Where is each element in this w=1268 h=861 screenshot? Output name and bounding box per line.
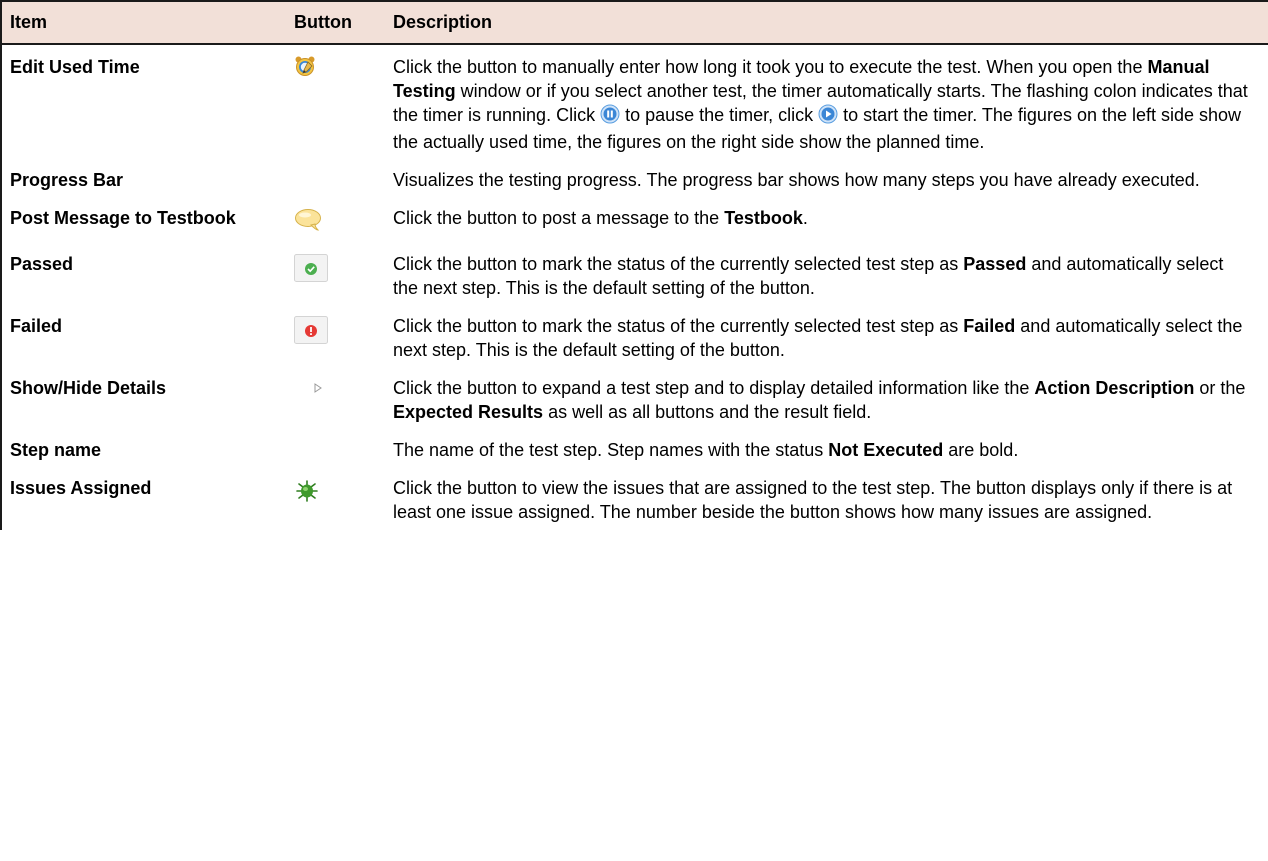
item-description: Click the button to mark the status of t… [381, 244, 1268, 306]
desc-bold: Testbook [724, 208, 803, 228]
desc-text: Visualizes the testing progress. The pro… [393, 170, 1200, 190]
ui-elements-table: Item Button Description Edit Used Time C… [0, 0, 1268, 530]
item-name: Progress Bar [10, 170, 124, 190]
table-row-step-name: Step name The name of the test step. Ste… [1, 430, 1268, 468]
item-name: Passed [10, 254, 74, 274]
desc-bold: Passed [963, 254, 1027, 274]
button-cell [286, 368, 381, 430]
desc-text: Click the button to mark the status of t… [393, 316, 964, 336]
failed-exclamation-icon[interactable] [294, 316, 328, 350]
desc-bold: Failed [963, 316, 1016, 336]
table-row-edit-used-time: Edit Used Time Click the button to manua [1, 44, 1268, 160]
bug-icon[interactable] [294, 478, 320, 510]
table-row-show-hide-details: Show/Hide Details Click the button to ex… [1, 368, 1268, 430]
desc-text: The name of the test step. Step names wi… [393, 440, 829, 460]
desc-text: Click the button to mark the status of t… [393, 254, 964, 274]
passed-check-icon[interactable] [294, 254, 328, 288]
desc-text: . [802, 208, 808, 228]
header-button: Button [286, 0, 381, 45]
expand-triangle-icon[interactable] [294, 378, 324, 404]
item-name: Edit Used Time [10, 57, 140, 77]
item-name: Step name [10, 440, 102, 460]
button-cell [286, 44, 381, 160]
button-cell [286, 306, 381, 368]
desc-bold: Not Executed [828, 440, 944, 460]
item-description: The name of the test step. Step names wi… [381, 430, 1268, 468]
desc-text: are bold. [943, 440, 1019, 460]
table-row-progress-bar: Progress Bar Visualizes the testing prog… [1, 160, 1268, 198]
desc-text: Click the button to expand a test step a… [393, 378, 1035, 398]
play-icon[interactable] [818, 104, 838, 130]
item-name: Post Message to Testbook [10, 208, 236, 228]
desc-text: as well as all buttons and the result fi… [543, 402, 872, 422]
desc-text: Click the button to post a message to th… [393, 208, 725, 228]
desc-text: to pause the timer, click [620, 105, 819, 125]
item-description: Click the button to manually enter how l… [381, 44, 1268, 160]
table-row-post-message: Post Message to Testbook Click the butto… [1, 198, 1268, 244]
table-row-issues-assigned: Issues Assigned Click the button to view… [1, 468, 1268, 530]
item-description: Visualizes the testing progress. The pro… [381, 160, 1268, 198]
item-description: Click the button to mark the status of t… [381, 306, 1268, 368]
table-row-passed: Passed Click the button to mark the stat… [1, 244, 1268, 306]
button-cell [286, 244, 381, 306]
header-item: Item [1, 0, 286, 45]
alarm-clock-edit-icon[interactable] [294, 55, 316, 83]
table-row-failed: Failed Click the button to mark the stat… [1, 306, 1268, 368]
button-cell [286, 198, 381, 244]
item-name: Failed [10, 316, 63, 336]
desc-text: Click the button to view the issues that… [393, 478, 1233, 522]
item-description: Click the button to view the issues that… [381, 468, 1268, 530]
desc-bold: Action Description [1034, 378, 1195, 398]
item-name: Issues Assigned [10, 478, 152, 498]
button-cell [286, 160, 381, 198]
item-description: Click the button to expand a test step a… [381, 368, 1268, 430]
desc-text: Click the button to manually enter how l… [393, 57, 1148, 77]
speech-bubble-icon[interactable] [294, 208, 322, 238]
button-cell [286, 430, 381, 468]
table-header-row: Item Button Description [1, 0, 1268, 45]
button-cell [286, 468, 381, 530]
item-description: Click the button to post a message to th… [381, 198, 1268, 244]
desc-bold: Expected Results [393, 402, 544, 422]
header-description: Description [381, 0, 1268, 45]
item-name: Show/Hide Details [10, 378, 167, 398]
pause-icon[interactable] [600, 104, 620, 130]
desc-text: or the [1194, 378, 1246, 398]
